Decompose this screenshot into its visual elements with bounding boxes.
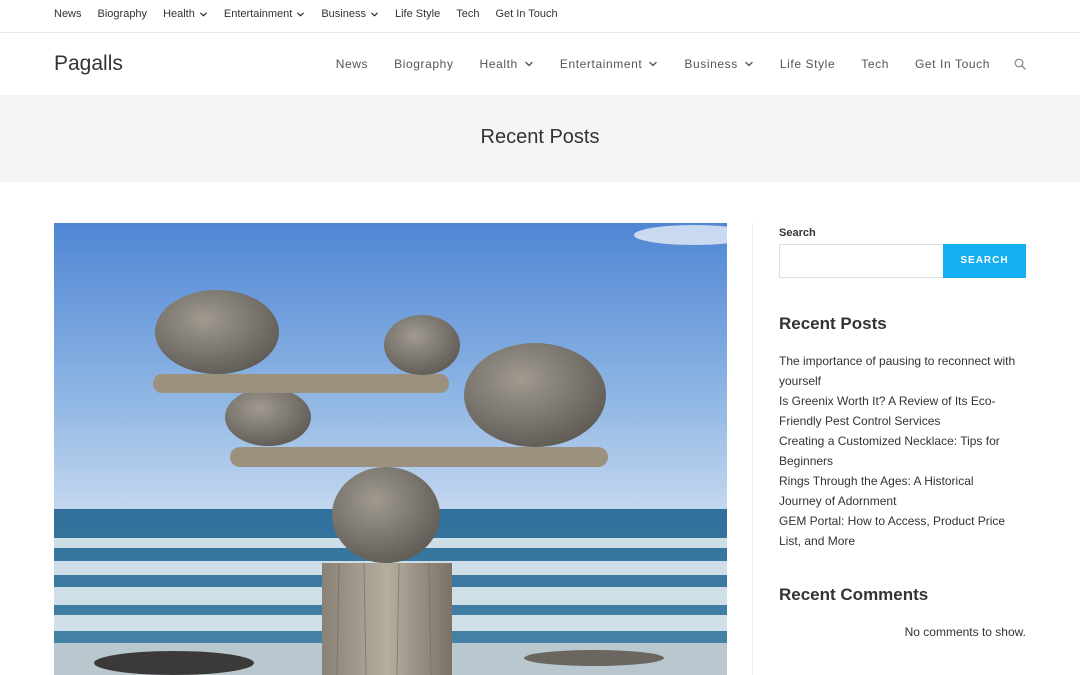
top-menu-item-biography[interactable]: Biography [98, 8, 148, 20]
nav-item-label: Get In Touch [914, 57, 990, 71]
main-navigation: News Biography Health Entertainment Business… [310, 33, 1026, 95]
featured-post-image[interactable] [54, 223, 727, 675]
chevron-down-icon [744, 59, 754, 69]
nav-item-label: Entertainment [559, 57, 643, 71]
top-menu-item-life-style[interactable]: Life Style [395, 8, 440, 20]
chevron-down-icon [296, 10, 305, 19]
recent-post-link[interactable]: Is Greenix Worth It? A Review of Its Eco… [779, 391, 1019, 431]
recent-post-link[interactable]: The importance of pausing to reconnect w… [779, 351, 1019, 391]
nav-item-label: Business [684, 57, 738, 71]
recent-comments-title: Recent Comments [779, 585, 929, 604]
nav-item-label: Tech [861, 57, 889, 71]
page-header: Recent Posts [0, 95, 1080, 182]
chevron-down-icon [370, 10, 379, 19]
recent-posts-list: The importance of pausing to reconnect w… [779, 351, 1019, 551]
top-menu-item-label: Health [163, 8, 195, 20]
page-title: Recent Posts [480, 126, 600, 148]
top-menu-item-tech[interactable]: Tech [456, 8, 479, 20]
chevron-down-icon [648, 59, 658, 69]
search-icon[interactable] [1014, 58, 1026, 70]
top-menu-item-label: News [54, 8, 82, 20]
nav-item-business[interactable]: Business [684, 57, 754, 71]
balanced-stones-image [54, 223, 727, 675]
top-menu-item-label: Biography [97, 8, 148, 20]
nav-item-label: Health [479, 57, 518, 71]
nav-item-entertainment[interactable]: Entertainment [560, 57, 659, 71]
nav-item-tech[interactable]: Tech [861, 57, 889, 71]
top-menu-item-label: Entertainment [223, 8, 293, 20]
nav-item-label: News [335, 57, 369, 71]
content-divider [752, 223, 753, 675]
no-comments-text: No comments to show. [904, 625, 1026, 639]
recent-post-link[interactable]: Rings Through the Ages: A Historical Jou… [779, 471, 1019, 511]
top-menu-item-business[interactable]: Business [321, 8, 379, 20]
top-menu-item-health[interactable]: Health [163, 8, 208, 20]
nav-item-life-style[interactable]: Life Style [780, 57, 835, 71]
top-menu-item-entertainment[interactable]: Entertainment [224, 8, 305, 20]
nav-item-news[interactable]: News [336, 57, 368, 71]
top-menu: News Biography Health Entertainment Business… [54, 8, 574, 20]
search-label: Search [779, 227, 816, 239]
recent-post-link[interactable]: GEM Portal: How to Access, Product Price… [779, 511, 1019, 551]
recent-post-link[interactable]: Creating a Customized Necklace: Tips for… [779, 431, 1019, 471]
nav-item-label: Life Style [779, 57, 836, 71]
chevron-down-icon [199, 10, 208, 19]
recent-posts-title: Recent Posts [779, 314, 887, 333]
search-button[interactable]: SEARCH [943, 244, 1026, 278]
search-input[interactable] [779, 244, 943, 278]
top-menu-item-label: Life Style [394, 8, 441, 20]
top-menu-item-label: Get In Touch [495, 8, 558, 20]
top-bar: News Biography Health Entertainment Business… [0, 0, 1080, 33]
top-menu-item-label: Tech [456, 8, 480, 20]
site-logo[interactable]: Pagalls [54, 52, 123, 76]
top-menu-item-label: Business [321, 8, 366, 20]
nav-item-biography[interactable]: Biography [394, 57, 453, 71]
nav-item-label: Biography [394, 57, 454, 71]
nav-item-get-in-touch[interactable]: Get In Touch [915, 57, 990, 71]
site-header: Pagalls News Biography Health Entertainment… [0, 33, 1080, 95]
top-menu-item-get-in-touch[interactable]: Get In Touch [495, 8, 557, 20]
nav-item-health[interactable]: Health [480, 57, 534, 71]
top-menu-item-news[interactable]: News [54, 8, 82, 20]
chevron-down-icon [524, 59, 534, 69]
